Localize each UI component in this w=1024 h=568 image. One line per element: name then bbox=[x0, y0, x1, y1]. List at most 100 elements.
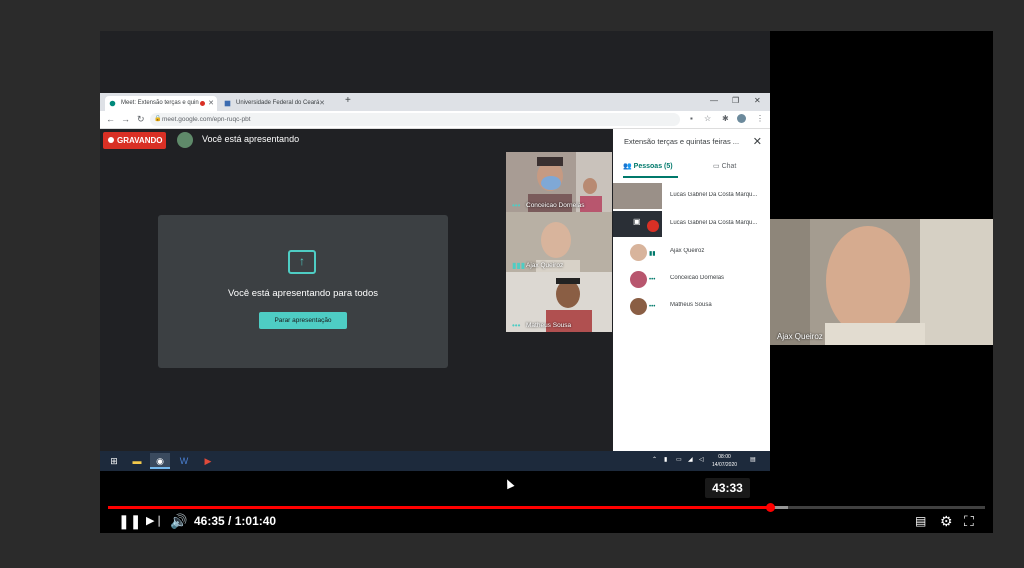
tab-people-label: Pessoas (5) bbox=[633, 163, 673, 170]
presentation-card: ↑ Você está apresentando para todos Para… bbox=[158, 215, 448, 368]
maximize-icon[interactable]: ❐ bbox=[732, 96, 739, 105]
volume-icon[interactable]: 🔊 bbox=[170, 513, 187, 529]
people-panel: Extensão terças e quintas feiras ... ✕ 👥… bbox=[613, 129, 770, 451]
chrome-icon[interactable]: ◉ bbox=[150, 453, 170, 469]
list-item[interactable]: ••• Conceicao Dornelas bbox=[613, 266, 770, 294]
notifications-icon[interactable]: ▤ bbox=[750, 456, 756, 463]
window-close-icon[interactable]: ✕ bbox=[754, 96, 761, 105]
close-tab-icon[interactable]: ✕ bbox=[319, 96, 325, 111]
mic-icon[interactable]: ▮ bbox=[664, 456, 667, 463]
powerpoint-icon[interactable]: ▶ bbox=[198, 453, 218, 469]
tab-people[interactable]: 👥 Pessoas (5) bbox=[623, 162, 678, 178]
presentation-card-title: Você está apresentando para todos bbox=[227, 288, 378, 299]
participant-thumbnail: ▣ bbox=[613, 211, 662, 237]
fullscreen-icon[interactable]: ⛶ bbox=[964, 513, 974, 529]
tab-ufc-title: Universidade Federal do Ceará - bbox=[236, 100, 324, 106]
volume-icon[interactable]: ◁ bbox=[699, 456, 704, 463]
scrubber-handle[interactable] bbox=[766, 503, 776, 512]
played-bar bbox=[108, 506, 771, 509]
address-bar: ← → ↻ 🔒 meet.google.com/epn-ruqc-pbt ▪ ☆… bbox=[100, 111, 770, 129]
audio-dots-icon: ••• bbox=[512, 201, 521, 210]
time-total: 1:01:40 bbox=[234, 514, 277, 528]
tile-name: Conceicao Dornelas bbox=[526, 202, 585, 209]
lock-icon: 🔒 bbox=[154, 116, 162, 122]
minimize-icon[interactable]: — bbox=[710, 96, 718, 105]
avatar bbox=[630, 271, 647, 288]
meet-favicon-icon bbox=[109, 100, 116, 107]
tray-chevron-icon[interactable]: ⌃ bbox=[652, 456, 657, 463]
clock-time: 08:00 bbox=[718, 454, 731, 460]
tile-name: Ajax Queiroz bbox=[526, 262, 564, 269]
camera-icon[interactable]: ▪ bbox=[690, 114, 693, 123]
participant-tile-conceicao[interactable]: ••• Conceicao Dornelas bbox=[506, 152, 612, 212]
participant-tile-ajax[interactable]: ▮▮▮ Ajax Queiroz bbox=[506, 212, 612, 272]
recording-badge: GRAVANDO bbox=[103, 132, 166, 149]
new-tab-button[interactable]: + bbox=[345, 95, 351, 106]
tab-chat-label: Chat bbox=[721, 163, 737, 170]
file-explorer-icon[interactable]: ▬ bbox=[127, 453, 147, 469]
settings-gear-icon[interactable]: ⚙ bbox=[940, 513, 953, 529]
chat-icon: ▭ bbox=[713, 163, 720, 170]
participant-name: Lucas Gabriel Da Costa Marqu... bbox=[670, 192, 758, 198]
ufc-favicon-icon bbox=[224, 100, 231, 107]
tab-meet[interactable]: Meet: Extensão terças e quin ✕ bbox=[105, 96, 217, 111]
menu-icon[interactable]: ⋮ bbox=[756, 114, 764, 123]
video-player[interactable]: Meet: Extensão terças e quin ✕ Universid… bbox=[100, 31, 993, 533]
audio-dots-icon: ••• bbox=[649, 277, 656, 283]
next-icon[interactable]: ▶❘ bbox=[146, 513, 164, 529]
profile-avatar-icon[interactable] bbox=[737, 114, 746, 123]
battery-icon[interactable]: ▭ bbox=[676, 456, 682, 463]
speaking-icon: ▮▮ bbox=[649, 251, 656, 257]
browser-tabbar: Meet: Extensão terças e quin ✕ Universid… bbox=[100, 93, 770, 111]
participant-tile-matheus[interactable]: ••• Matheus Sousa bbox=[506, 272, 612, 332]
clock-date: 14/07/2020 bbox=[712, 462, 738, 468]
participant-name: Matheus Sousa bbox=[670, 302, 712, 308]
reload-icon[interactable]: ↻ bbox=[137, 114, 145, 125]
tab-meet-title: Meet: Extensão terças e quin bbox=[121, 100, 199, 106]
audio-dots-icon: ••• bbox=[512, 321, 521, 330]
presenting-screen-icon: ▣ bbox=[633, 217, 641, 226]
list-item[interactable]: ▮▮ Ajax Queiroz bbox=[613, 239, 770, 267]
audio-dots-icon: ••• bbox=[649, 304, 656, 310]
speaker-name: Ajax Queiroz bbox=[777, 332, 823, 341]
url-text: meet.google.com/epn-ruqc-pbt bbox=[162, 116, 251, 123]
windows-start-icon[interactable]: ⊞ bbox=[104, 453, 124, 469]
mouse-cursor-icon bbox=[503, 477, 515, 490]
time-current: 46:35 bbox=[194, 514, 225, 528]
list-item[interactable]: Lucas Gabriel Da Costa Marqu... bbox=[613, 183, 770, 211]
present-screen-icon: ↑ bbox=[288, 250, 316, 274]
participant-name: Conceicao Dornelas bbox=[670, 275, 725, 281]
close-tab-icon[interactable]: ✕ bbox=[208, 96, 214, 111]
windows-taskbar: ⊞ ▬ ◉ W ▶ ⌃ ▮ ▭ ◢ ◁ 08:00 14/07/2020 ▤ bbox=[100, 451, 770, 471]
participant-thumbnail bbox=[613, 183, 662, 209]
speaker-video-image bbox=[770, 219, 993, 345]
participant-name: Ajax Queiroz bbox=[670, 248, 705, 254]
extensions-icon[interactable]: ✱ bbox=[722, 114, 729, 123]
back-icon[interactable]: ← bbox=[106, 114, 115, 124]
presenting-label: Você está apresentando bbox=[202, 134, 300, 144]
bookmark-star-icon[interactable]: ☆ bbox=[704, 114, 711, 123]
url-input[interactable]: 🔒 meet.google.com/epn-ruqc-pbt bbox=[150, 113, 680, 126]
seek-tooltip: 43:33 bbox=[705, 478, 750, 498]
subtitles-icon[interactable]: ▤ bbox=[915, 513, 926, 529]
panel-close-icon[interactable]: ✕ bbox=[753, 135, 762, 148]
network-icon[interactable]: ◢ bbox=[688, 456, 693, 463]
presenter-avatar bbox=[177, 132, 193, 148]
recording-dot-icon bbox=[200, 101, 205, 106]
people-icon: 👥 bbox=[623, 163, 632, 170]
progress-bar[interactable] bbox=[108, 503, 985, 512]
tile-name: Matheus Sousa bbox=[526, 322, 572, 329]
tab-chat[interactable]: ▭ Chat bbox=[713, 162, 736, 178]
pause-icon[interactable]: ❚❚ bbox=[118, 513, 141, 529]
stop-presenting-button[interactable]: Parar apresentação bbox=[259, 312, 347, 329]
avatar bbox=[630, 244, 647, 261]
list-item[interactable]: ••• Matheus Sousa bbox=[613, 293, 770, 321]
taskbar-clock[interactable]: 08:00 14/07/2020 bbox=[712, 453, 737, 469]
word-icon[interactable]: W bbox=[174, 453, 194, 469]
forward-icon[interactable]: → bbox=[121, 114, 130, 124]
muted-icon bbox=[647, 220, 659, 232]
list-item[interactable]: ▣ Lucas Gabriel Da Costa Marqu... bbox=[613, 211, 770, 239]
speaking-icon: ▮▮▮ bbox=[512, 261, 526, 270]
time-separator: / bbox=[224, 514, 235, 528]
tab-ufc[interactable]: Universidade Federal do Ceará - ✕ bbox=[220, 96, 328, 111]
